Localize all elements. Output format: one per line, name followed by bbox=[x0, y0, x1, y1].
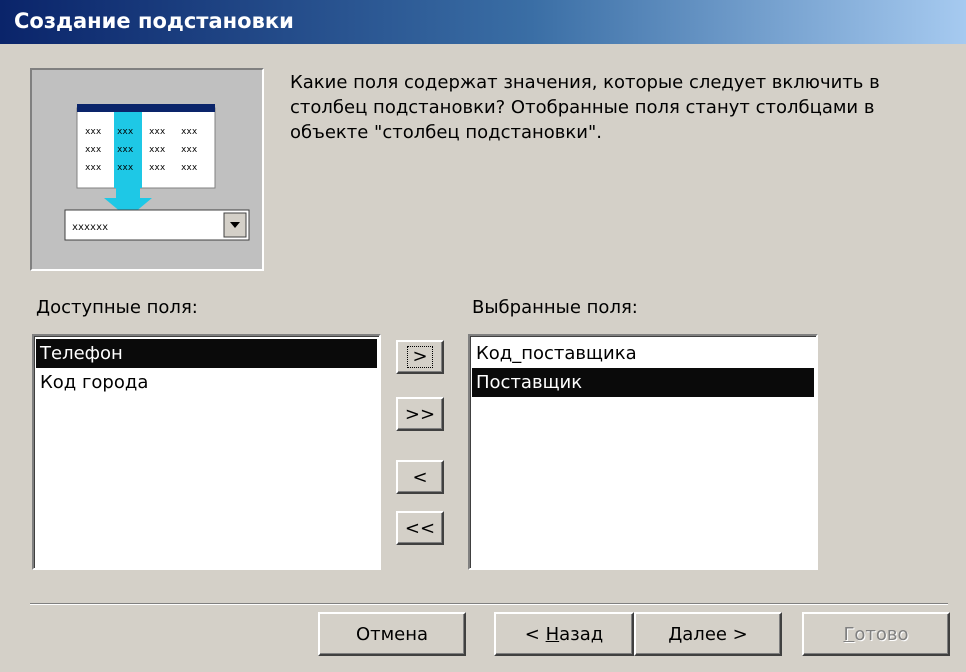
lookup-illustration: xxx xxx xxx xxx xxx xxx xxx xxx xxx xxx … bbox=[30, 68, 264, 271]
available-fields-list[interactable]: Телефон Код города bbox=[32, 334, 381, 570]
window-title: Создание подстановки bbox=[14, 9, 294, 33]
finish-label: отово bbox=[854, 623, 909, 645]
remove-all-button[interactable]: << bbox=[396, 511, 444, 545]
grid-cell: xxx bbox=[181, 145, 198, 155]
next-button[interactable]: Далее > bbox=[634, 612, 782, 656]
list-item[interactable]: Телефон bbox=[36, 339, 377, 368]
remove-one-button[interactable]: < bbox=[396, 460, 444, 494]
next-label: алее > bbox=[682, 623, 748, 645]
back-button[interactable]: < Назад bbox=[494, 612, 634, 656]
lookup-column-picture: xxx xxx xxx xxx xxx xxx xxx xxx xxx xxx … bbox=[64, 104, 250, 241]
list-item[interactable]: Поставщик bbox=[472, 368, 814, 397]
grid-cell: xxx bbox=[85, 127, 102, 137]
selected-fields-list[interactable]: Код_поставщика Поставщик bbox=[468, 334, 818, 570]
instructions-text: Какие поля содержат значения, которые сл… bbox=[290, 72, 880, 143]
back-label: азад bbox=[559, 623, 604, 645]
title-bar: Создание подстановки bbox=[0, 0, 966, 44]
separator bbox=[30, 603, 948, 605]
finish-accelerator: Г bbox=[843, 623, 855, 645]
grid-cell: xxx bbox=[117, 145, 134, 155]
grid-cell: xxx bbox=[149, 127, 166, 137]
grid-cell: xxx bbox=[85, 145, 102, 155]
finish-button[interactable]: Готово bbox=[802, 612, 950, 656]
back-accelerator: Н bbox=[545, 623, 560, 645]
grid-cell: xxx bbox=[117, 127, 134, 137]
grid-cell: xxx bbox=[149, 145, 166, 155]
move-one-label: > bbox=[407, 346, 433, 368]
grid-cell: xxx bbox=[181, 163, 198, 173]
combo-value: xxxxxx bbox=[72, 222, 108, 233]
grid-cell: xxx bbox=[149, 163, 166, 173]
grid-cell: xxx bbox=[181, 127, 198, 137]
next-accelerator: Д bbox=[668, 623, 683, 645]
move-one-button[interactable]: > bbox=[396, 340, 444, 374]
list-item[interactable]: Код города bbox=[36, 368, 377, 397]
back-prefix: < bbox=[524, 623, 546, 645]
lookup-wizard-dialog: Создание подстановки xxx xxx xxx xxx xxx… bbox=[0, 0, 966, 672]
move-all-button[interactable]: >> bbox=[396, 397, 444, 431]
list-item[interactable]: Код_поставщика bbox=[472, 339, 814, 368]
available-fields-label: Доступные поля: bbox=[36, 297, 198, 318]
cancel-button[interactable]: Отмена bbox=[318, 612, 466, 656]
grid-cell: xxx bbox=[117, 163, 134, 173]
selected-fields-label: Выбранные поля: bbox=[472, 297, 638, 318]
grid-cell: xxx bbox=[85, 163, 102, 173]
